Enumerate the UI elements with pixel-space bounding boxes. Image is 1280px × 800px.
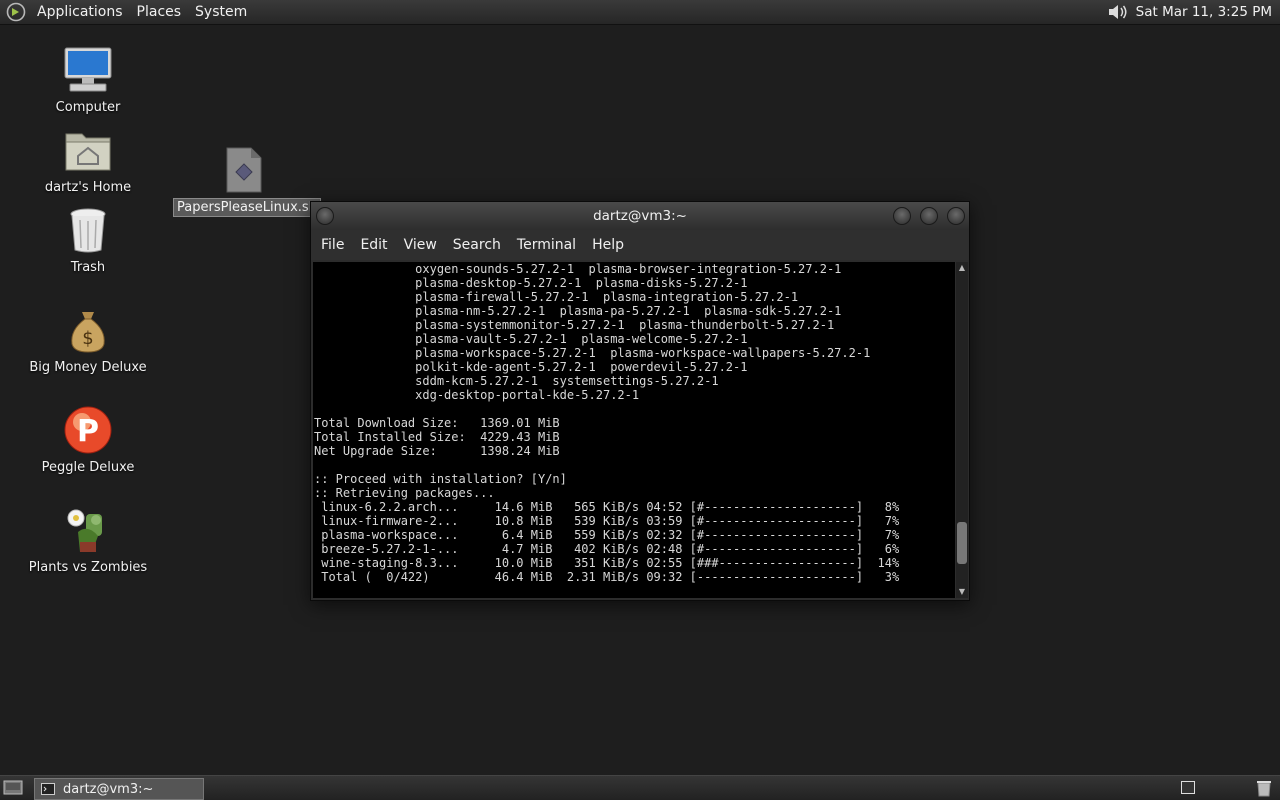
terminal-icon [41,783,55,795]
terminal-scrollbar[interactable]: ▲ ▼ [956,262,968,598]
desktop-icon-big-money[interactable]: $ Big Money Deluxe [18,304,158,376]
home-folder-icon [65,133,111,171]
money-bag-icon: $ [71,312,105,353]
scroll-thumb[interactable] [957,522,967,565]
trash-icon [70,208,106,253]
script-file-icon [226,147,262,193]
scroll-up-arrow[interactable]: ▲ [956,262,968,274]
desktop-icon-peggle[interactable]: P Peggle Deluxe [18,404,158,476]
distro-logo-icon[interactable] [6,2,26,22]
desktop-icon-label: Trash [70,260,106,275]
desktop-icon-label: PapersPleaseLinux.sh [173,198,321,217]
peggle-icon: P [64,406,112,454]
scroll-down-arrow[interactable]: ▼ [956,586,968,598]
desktop-icon-label: Peggle Deluxe [41,460,135,475]
terminal-text: oxygen-sounds-5.27.2-1 plasma-browser-in… [314,262,900,584]
taskbar-button-terminal[interactable]: dartz@vm3:~ [34,778,204,800]
menu-terminal[interactable]: Terminal [509,237,584,253]
plants-vs-zombies-icon [67,509,102,552]
clock[interactable]: Sat Mar 11, 3:25 PM [1136,4,1280,20]
desktop-icon-label: Big Money Deluxe [29,360,147,375]
desktop-icon-papers-please[interactable]: PapersPleaseLinux.sh [173,144,321,217]
menu-view[interactable]: View [396,237,445,253]
desktop-icon-computer[interactable]: Computer [18,44,158,116]
trash-applet-icon[interactable] [1254,779,1274,797]
desktop-icon-home[interactable]: dartz's Home [18,124,158,196]
desktop-icon-pvz[interactable]: Plants vs Zombies [18,504,158,576]
menu-applications[interactable]: Applications [30,0,130,24]
computer-icon [64,47,112,92]
top-panel: Applications Places System Sat Mar 11, 3… [0,0,1280,25]
svg-text:$: $ [82,328,93,349]
panel-tray: Sat Mar 11, 3:25 PM [1106,0,1280,24]
terminal-output[interactable]: oxygen-sounds-5.27.2-1 plasma-browser-in… [313,262,955,598]
menu-search[interactable]: Search [445,237,509,253]
maximize-button[interactable] [920,207,938,225]
menu-edit[interactable]: Edit [352,237,395,253]
desktop-icon-trash[interactable]: Trash [18,204,158,276]
menu-help[interactable]: Help [584,237,632,253]
show-desktop-icon[interactable] [3,779,23,796]
desktop-icon-label: Computer [55,100,121,115]
window-titlebar[interactable]: dartz@vm3:~ [311,202,969,230]
taskbar-button-label: dartz@vm3:~ [63,781,154,797]
desktop-icon-label: Plants vs Zombies [28,560,148,575]
desktop-icon-label: dartz's Home [44,180,132,195]
volume-icon[interactable] [1106,2,1130,22]
close-button[interactable] [947,207,965,225]
workspace-switcher[interactable] [1181,781,1195,794]
menu-places[interactable]: Places [130,0,189,24]
menu-file[interactable]: File [313,237,352,253]
bottom-panel: dartz@vm3:~ [0,775,1280,800]
terminal-window: dartz@vm3:~ File Edit View Search Termin… [310,201,970,601]
terminal-menubar: File Edit View Search Terminal Help [311,230,969,260]
menu-system[interactable]: System [188,0,254,24]
window-title: dartz@vm3:~ [593,208,687,224]
svg-text:P: P [77,414,99,449]
minimize-button[interactable] [893,207,911,225]
